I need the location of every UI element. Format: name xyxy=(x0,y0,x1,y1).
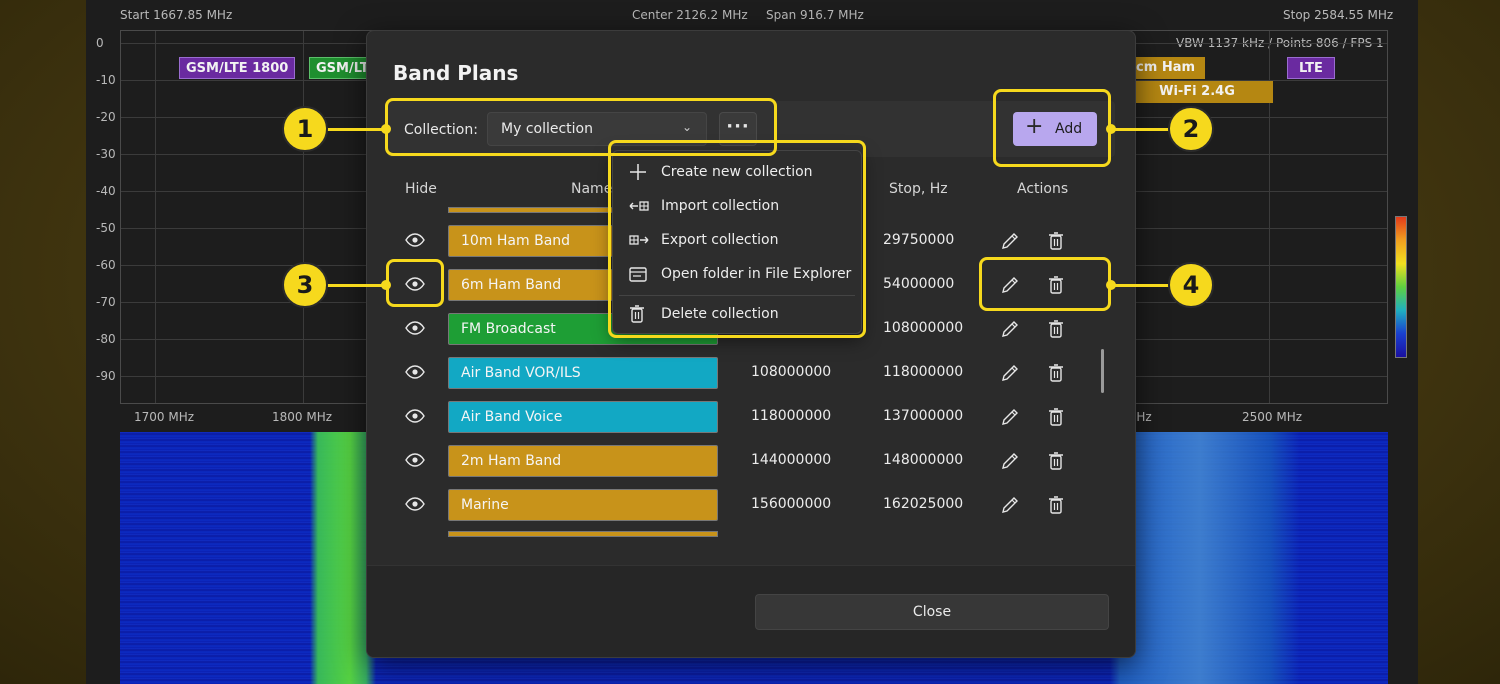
trash-icon[interactable] xyxy=(1047,363,1065,383)
callout-leader xyxy=(324,128,386,131)
eye-icon[interactable] xyxy=(405,364,425,384)
close-button[interactable]: Close xyxy=(755,594,1109,630)
trash-icon[interactable] xyxy=(1047,407,1065,427)
band-row[interactable]: Air Band Voice 118000000 137000000 xyxy=(387,395,1115,439)
eye-icon[interactable] xyxy=(405,232,425,252)
start-frequency-label: Start 1667.85 MHz xyxy=(120,8,233,22)
eye-icon[interactable] xyxy=(405,408,425,428)
y-tick: 0 xyxy=(96,36,104,50)
pencil-icon[interactable] xyxy=(1000,451,1020,471)
band-color-swatch[interactable]: Marine xyxy=(448,489,718,521)
band-start-hz: 118000000 xyxy=(751,408,832,424)
band-color-swatch[interactable]: Air Band VOR/ILS xyxy=(448,357,718,389)
color-scale-bar[interactable] xyxy=(1395,216,1407,358)
band-color-swatch[interactable]: Air Band Voice xyxy=(448,401,718,433)
x-tick: 1700 MHz xyxy=(134,410,195,424)
callout-badge-2: 2 xyxy=(1168,106,1214,152)
y-tick: -60 xyxy=(96,258,116,272)
band-name: FM Broadcast xyxy=(461,321,556,337)
band-stop-hz: 118000000 xyxy=(883,364,964,380)
partial-row xyxy=(448,531,718,537)
eye-icon[interactable] xyxy=(405,496,425,516)
band-name: 10m Ham Band xyxy=(461,233,571,249)
trash-icon[interactable] xyxy=(1047,495,1065,515)
y-tick: -10 xyxy=(96,73,116,87)
callout-badge-3: 3 xyxy=(282,262,328,308)
eye-icon[interactable] xyxy=(405,452,425,472)
band-name: 6m Ham Band xyxy=(461,277,562,293)
callout-dot xyxy=(381,124,391,134)
column-header-name[interactable]: Name xyxy=(571,181,612,197)
band-name: Air Band VOR/ILS xyxy=(461,365,581,381)
highlight-row-actions xyxy=(979,257,1111,311)
dialog-title: Band Plans xyxy=(393,61,519,85)
callout-leader xyxy=(1111,128,1171,131)
center-frequency-label: Center 2126.2 MHz xyxy=(632,8,748,22)
trash-icon[interactable] xyxy=(1047,231,1065,251)
callout-dot xyxy=(1106,124,1116,134)
trash-icon[interactable] xyxy=(1047,319,1065,339)
band-stop-hz: 148000000 xyxy=(883,452,964,468)
y-tick: -50 xyxy=(96,221,116,235)
band-row[interactable]: Marine 156000000 162025000 xyxy=(387,483,1115,527)
y-tick: -80 xyxy=(96,332,116,346)
band-stop-hz: 108000000 xyxy=(883,320,964,336)
y-tick: -30 xyxy=(96,147,116,161)
pencil-icon[interactable] xyxy=(1000,231,1020,251)
band-tag-gsm-lte-1800: GSM/LTE 1800 xyxy=(179,57,296,79)
band-stop-hz: 162025000 xyxy=(883,496,964,512)
band-start-hz: 108000000 xyxy=(751,364,832,380)
callout-dot xyxy=(381,280,391,290)
callout-leader xyxy=(1111,284,1171,287)
stop-frequency-label: Stop 2584.55 MHz xyxy=(1283,8,1394,22)
highlight-hide-toggle xyxy=(386,259,444,307)
highlight-options-menu xyxy=(608,140,866,338)
band-row[interactable]: Air Band VOR/ILS 108000000 118000000 xyxy=(387,351,1115,395)
span-label: Span 916.7 MHz xyxy=(766,8,864,22)
y-tick: -40 xyxy=(96,184,116,198)
band-start-hz: 156000000 xyxy=(751,496,832,512)
callout-leader xyxy=(324,284,386,287)
x-tick: 1800 MHz xyxy=(272,410,333,424)
y-tick: -20 xyxy=(96,110,116,124)
callout-dot xyxy=(1106,280,1116,290)
eye-icon[interactable] xyxy=(405,320,425,340)
band-stop-hz: 29750000 xyxy=(883,232,955,248)
band-name: 2m Ham Band xyxy=(461,453,562,469)
pencil-icon[interactable] xyxy=(1000,319,1020,339)
column-header-actions: Actions xyxy=(1017,181,1069,197)
column-header-stop[interactable]: Stop, Hz xyxy=(889,181,948,197)
callout-badge-4: 4 xyxy=(1168,262,1214,308)
callout-badge-1: 1 xyxy=(282,106,328,152)
column-header-hide: Hide xyxy=(405,181,437,197)
band-stop-hz: 54000000 xyxy=(883,276,955,292)
dialog-footer: Close xyxy=(367,565,1135,657)
highlight-add-button xyxy=(993,89,1111,167)
band-stop-hz: 137000000 xyxy=(883,408,964,424)
pencil-icon[interactable] xyxy=(1000,363,1020,383)
band-tag-lte: LTE xyxy=(1287,57,1335,79)
band-tag-wifi-2-4g: Wi-Fi 2.4G xyxy=(1121,81,1273,103)
band-row[interactable]: 2m Ham Band 144000000 148000000 xyxy=(387,439,1115,483)
band-start-hz: 144000000 xyxy=(751,452,832,468)
band-name: Air Band Voice xyxy=(461,409,563,425)
list-scrollbar[interactable] xyxy=(1101,349,1104,393)
y-tick: -70 xyxy=(96,295,116,309)
band-name: Marine xyxy=(461,497,509,513)
trash-icon[interactable] xyxy=(1047,451,1065,471)
pencil-icon[interactable] xyxy=(1000,407,1020,427)
y-tick: -90 xyxy=(96,369,116,383)
pencil-icon[interactable] xyxy=(1000,495,1020,515)
band-color-swatch[interactable]: 2m Ham Band xyxy=(448,445,718,477)
x-tick: 2500 MHz xyxy=(1242,410,1303,424)
